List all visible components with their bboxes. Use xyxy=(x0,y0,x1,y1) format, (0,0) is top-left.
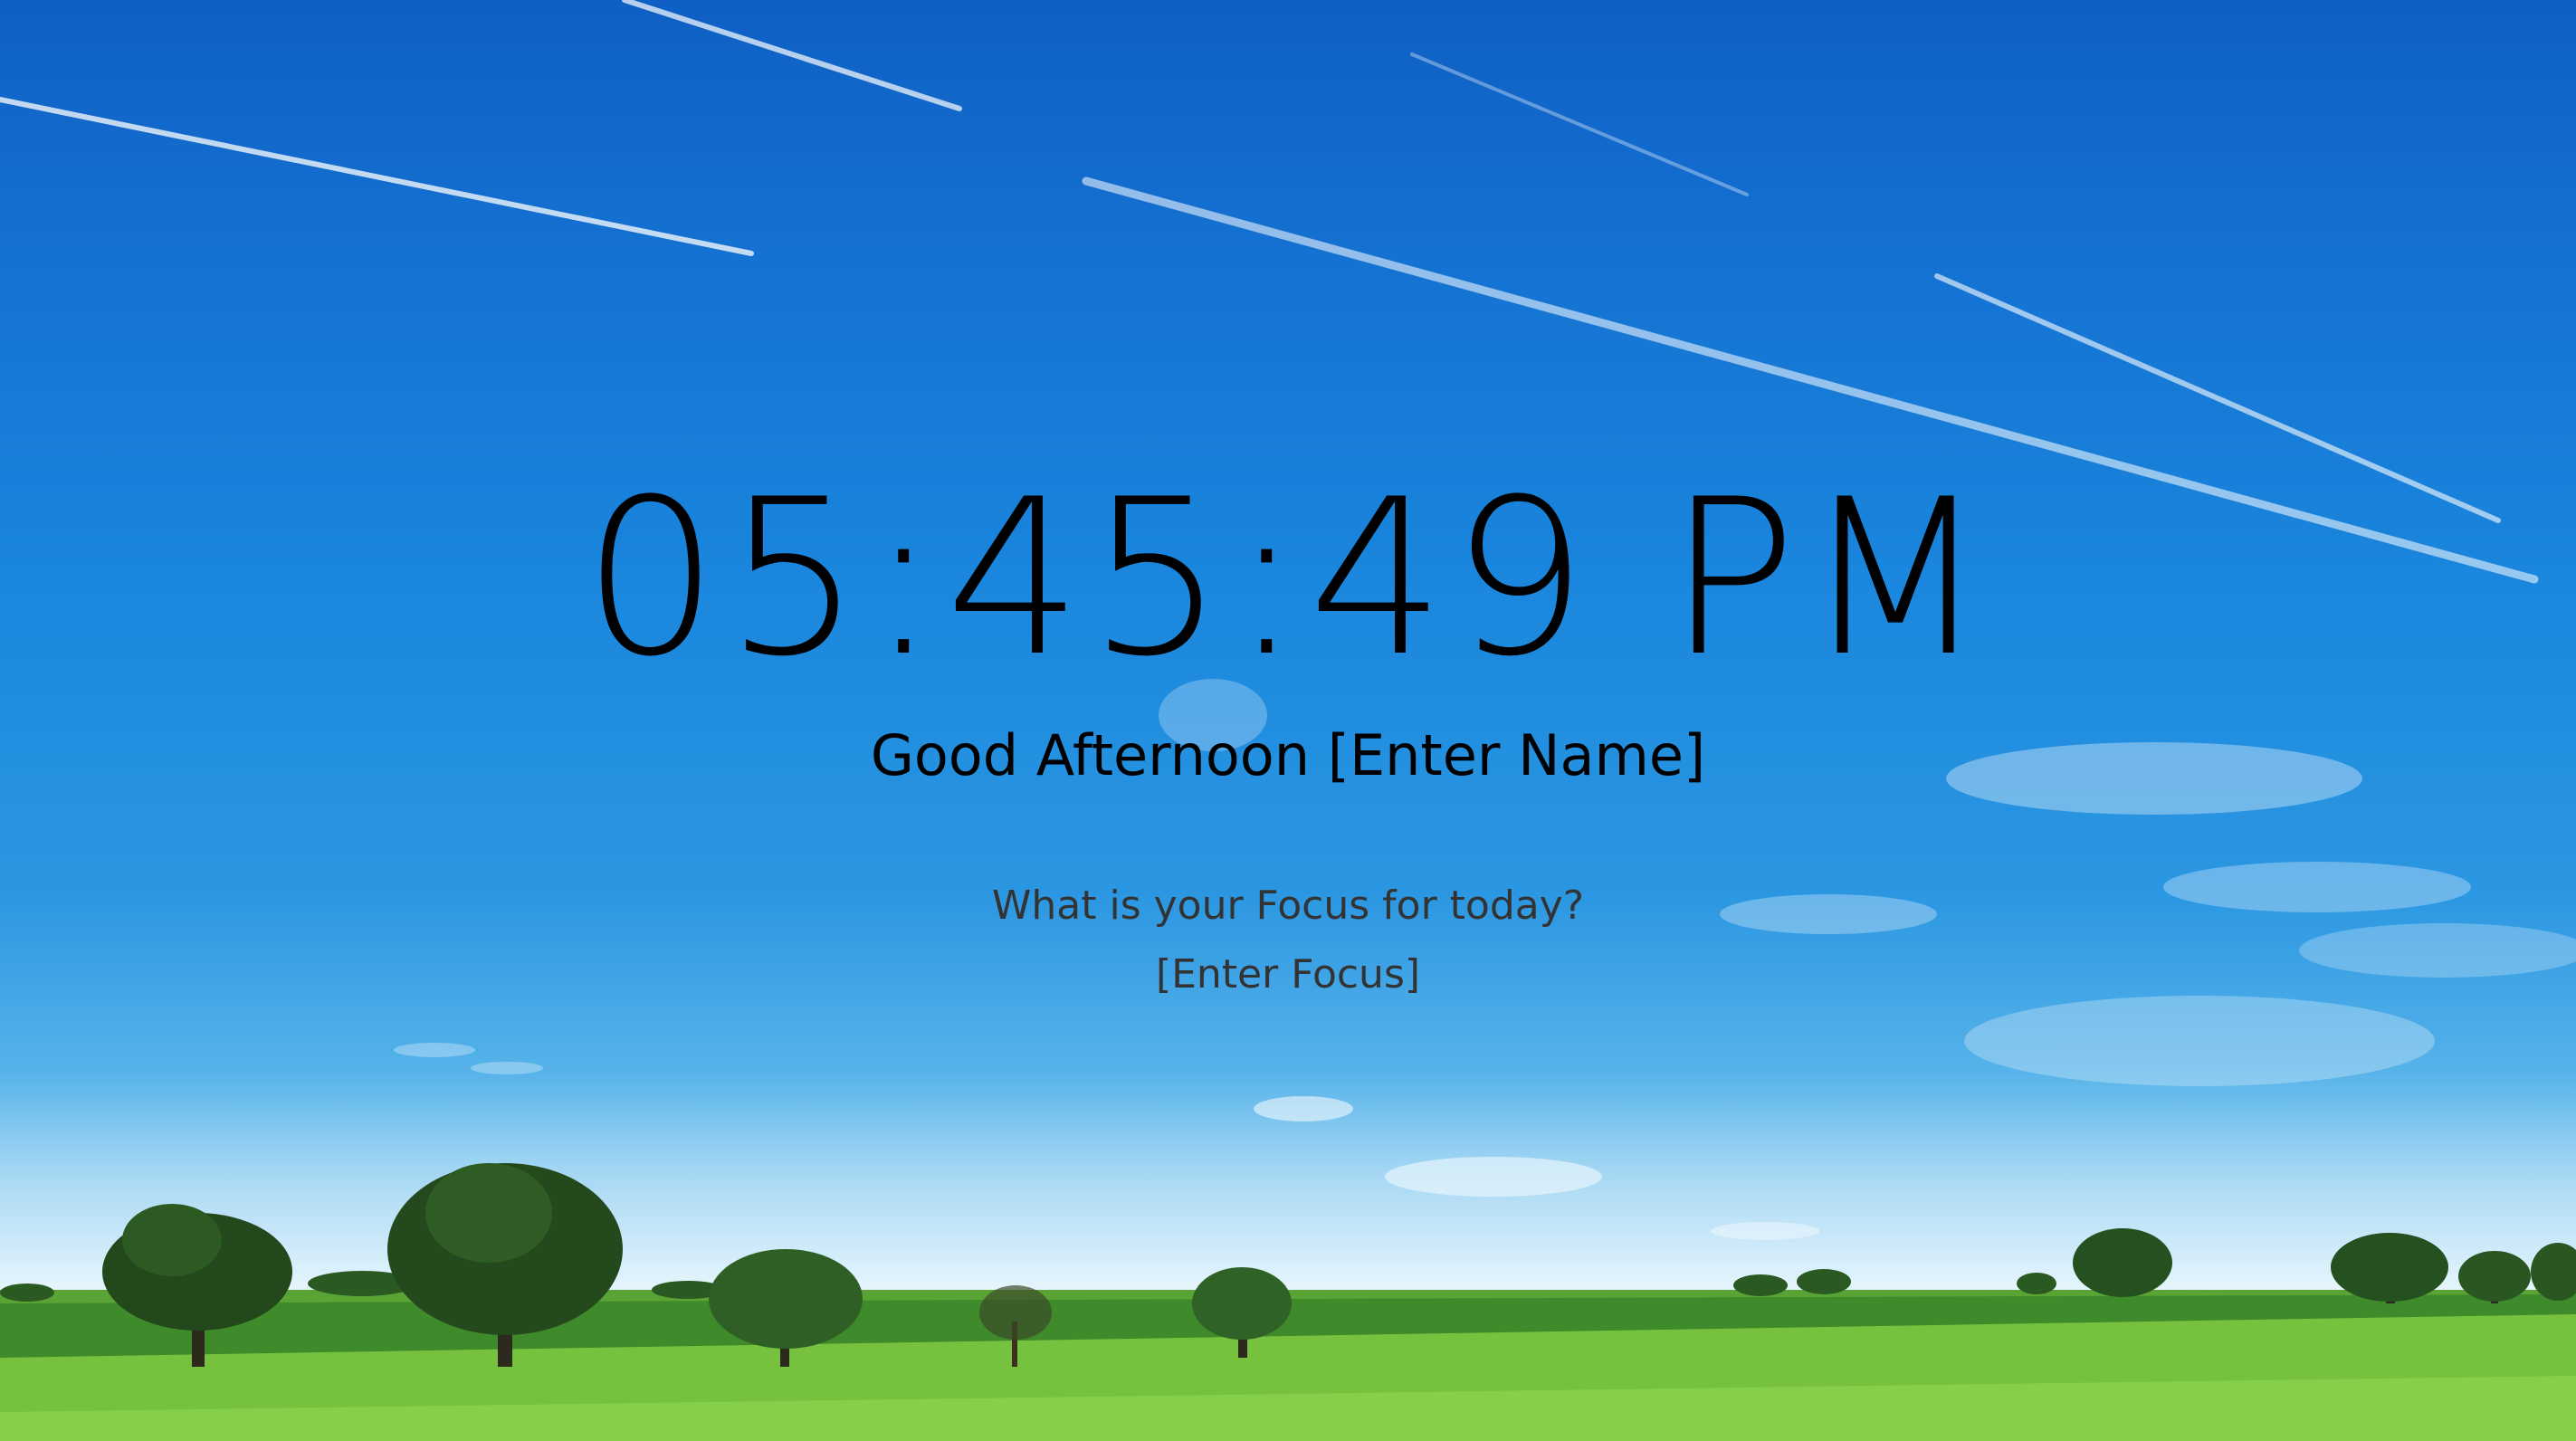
greeting-prefix: Good Afternoon xyxy=(870,722,1311,788)
clock-time: 05:45:49 PM xyxy=(582,453,1994,704)
name-input[interactable]: [Enter Name] xyxy=(1328,722,1705,788)
focus-input[interactable]: [Enter Focus] xyxy=(0,943,2576,1007)
focus-question: What is your Focus for today? xyxy=(991,883,1585,929)
greeting: Good Afternoon [Enter Name] xyxy=(0,715,2576,797)
momentum-dashboard: 05:45:49 PM Good Afternoon [Enter Name] … xyxy=(0,0,2576,1441)
